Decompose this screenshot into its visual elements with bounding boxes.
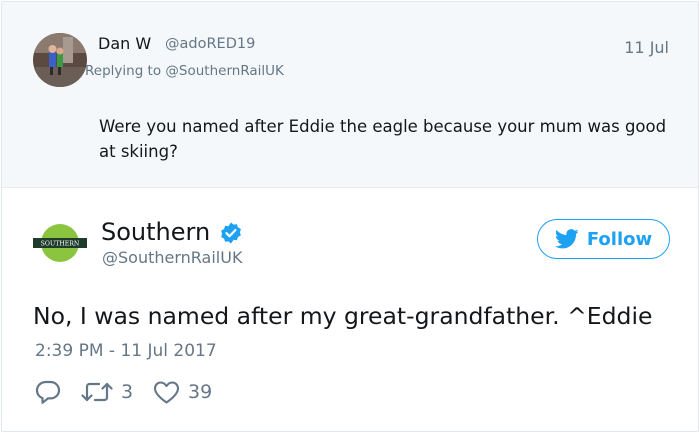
main-author-handle[interactable]: @SouthernRailUK	[102, 248, 242, 267]
retweet-count: 3	[121, 381, 134, 403]
twitter-bird-icon	[554, 229, 579, 249]
verified-badge-icon	[219, 221, 243, 245]
parent-date[interactable]: 11 Jul	[624, 38, 669, 57]
reply-action[interactable]	[35, 378, 61, 406]
parent-tweet-text: Were you named after Eddie the eagle bec…	[99, 117, 667, 161]
parent-avatar[interactable]	[33, 33, 87, 87]
parent-author-name[interactable]: Dan W	[98, 34, 151, 53]
tweet-embed: Dan W @adoRED19 11 Jul Replying to @Sout…	[1, 1, 699, 432]
heart-icon	[153, 380, 180, 404]
avatar-photo	[33, 33, 87, 87]
replying-to-handle[interactable]: @SouthernRailUK	[165, 63, 284, 79]
like-action[interactable]: 39	[153, 378, 212, 406]
retweet-action[interactable]: 3	[81, 378, 133, 406]
main-avatar[interactable]: SOUTHERN	[33, 223, 87, 263]
main-author-name[interactable]: Southern	[101, 218, 210, 246]
parent-tweet[interactable]: Dan W @adoRED19 11 Jul Replying to @Sout…	[2, 2, 698, 188]
replying-to-prefix: Replying to	[85, 63, 162, 79]
main-tweet-text: No, I was named after my great-grandfath…	[33, 302, 653, 330]
retweet-icon	[81, 382, 113, 402]
avatar-logo-text: SOUTHERN	[41, 241, 80, 248]
parent-author-handle[interactable]: @adoRED19	[165, 36, 255, 52]
southern-logo: SOUTHERN	[33, 224, 87, 262]
reply-icon	[35, 380, 61, 404]
replying-to-line: Replying to @SouthernRailUK	[85, 63, 284, 79]
follow-button[interactable]: Follow	[537, 219, 670, 259]
follow-label: Follow	[586, 228, 653, 250]
main-tweet-timestamp[interactable]: 2:39 PM - 11 Jul 2017	[35, 341, 217, 361]
like-count: 39	[188, 381, 213, 403]
